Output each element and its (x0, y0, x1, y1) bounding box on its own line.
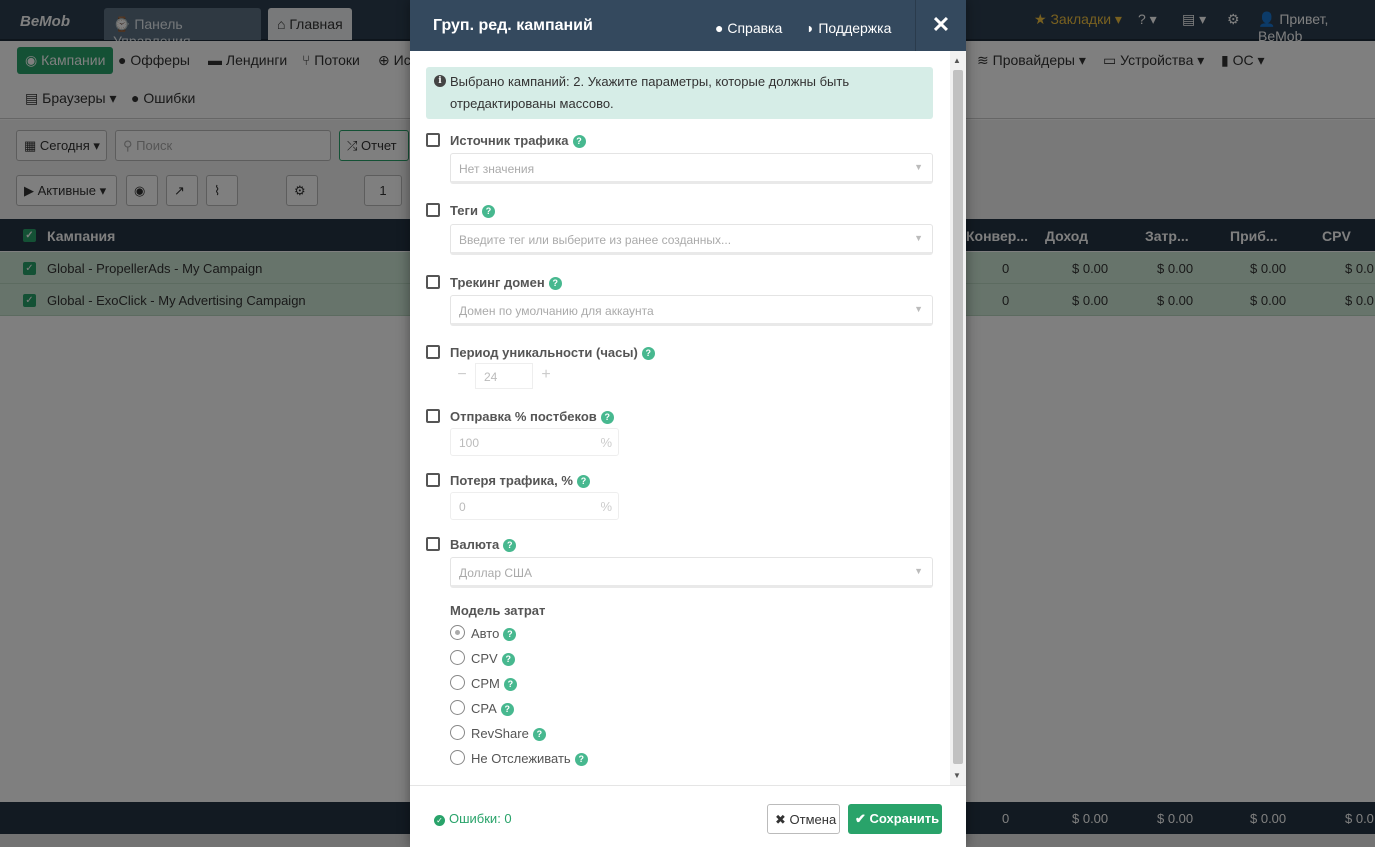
help-icon[interactable]: ? (532, 728, 546, 741)
chevron-down-icon: ▼ (914, 304, 923, 314)
chevron-down-icon: ▼ (914, 566, 923, 576)
cost-model-label: Модель затрат (450, 603, 546, 618)
chat-icon: ◗ (806, 20, 815, 36)
plus-icon[interactable]: + (534, 363, 558, 389)
cost-model-revshare-radio[interactable] (450, 725, 465, 740)
cost-model-notrack-radio[interactable] (450, 750, 465, 765)
uniqueness-label: Период уникальности (часы)? (450, 345, 655, 360)
scroll-up-icon[interactable]: ▲ (953, 56, 961, 65)
save-button[interactable]: ✔ Сохранить (848, 804, 942, 834)
postback-label: Отправка % постбеков? (450, 409, 614, 424)
help-icon[interactable]: ? (481, 205, 495, 218)
tracking-domain-select[interactable]: Домен по умолчанию для аккаунта ▼ (450, 295, 933, 326)
modal-scrollbar-thumb[interactable] (953, 70, 963, 764)
info-icon: i (434, 75, 446, 87)
traffic-loss-checkbox[interactable] (426, 473, 440, 487)
help-icon[interactable]: ? (503, 628, 517, 641)
scroll-down-icon[interactable]: ▼ (953, 771, 961, 780)
help-link[interactable]: ● Справка (715, 20, 782, 36)
cost-model-cpv-radio[interactable] (450, 650, 465, 665)
bulk-edit-modal: Груп. ред. кампаний ● Справка ◗ Поддержк… (410, 0, 966, 847)
support-link[interactable]: ◗ Поддержка (806, 20, 891, 36)
currency-select[interactable]: Доллар США ▼ (450, 557, 933, 588)
uniqueness-input[interactable]: 24 (475, 363, 533, 389)
modal-header: Груп. ред. кампаний ● Справка ◗ Поддержк… (410, 0, 966, 51)
help-icon[interactable]: ? (574, 753, 588, 766)
help-icon[interactable]: ? (500, 703, 514, 716)
modal-body[interactable]: i Выбрано кампаний: 2. Укажите параметры… (410, 51, 966, 785)
postback-checkbox[interactable] (426, 409, 440, 423)
help-icon[interactable]: ? (576, 475, 590, 488)
traffic-source-label: Источник трафика? (450, 133, 586, 148)
traffic-loss-input[interactable]: 0% (450, 492, 619, 520)
help-icon[interactable]: ? (572, 135, 586, 148)
chevron-down-icon: ▼ (914, 233, 923, 243)
tracking-domain-label: Трекинг домен? (450, 275, 562, 290)
check-circle-icon: ✓ (434, 815, 445, 826)
percent-icon: % (600, 435, 612, 450)
close-icon[interactable]: ✕ (915, 0, 966, 51)
cost-model-option: RevShare? (471, 726, 546, 741)
help-icon[interactable]: ? (501, 653, 515, 666)
check-icon: ✔ (855, 811, 866, 826)
help-icon[interactable]: ? (503, 678, 517, 691)
uniqueness-stepper: − 24 + (450, 363, 560, 389)
traffic-source-checkbox[interactable] (426, 133, 440, 147)
question-circle-icon: ● (715, 20, 724, 36)
cost-model-cpm-radio[interactable] (450, 675, 465, 690)
chevron-down-icon: ▼ (914, 162, 923, 172)
currency-checkbox[interactable] (426, 537, 440, 551)
errors-status: ✓ Ошибки: 0 (434, 811, 512, 826)
cost-model-option: CPA? (471, 701, 514, 716)
cost-model-option: CPV? (471, 651, 515, 666)
modal-title: Груп. ред. кампаний (433, 17, 593, 34)
cost-model-auto-radio[interactable] (450, 625, 465, 640)
cost-model-cpa-radio[interactable] (450, 700, 465, 715)
help-icon[interactable]: ? (503, 539, 517, 552)
modal-footer: ✓ Ошибки: 0 ✖ Отмена ✔ Сохранить (410, 785, 966, 847)
traffic-loss-label: Потеря трафика, %? (450, 473, 590, 488)
cost-model-option: Не Отслеживать? (471, 751, 588, 766)
uniqueness-checkbox[interactable] (426, 345, 440, 359)
traffic-source-select[interactable]: Нет значения ▼ (450, 153, 933, 184)
tags-input[interactable]: Введите тег или выберите из ранее создан… (450, 224, 933, 255)
tags-label: Теги? (450, 203, 495, 218)
tracking-domain-checkbox[interactable] (426, 275, 440, 289)
cancel-button[interactable]: ✖ Отмена (767, 804, 840, 834)
info-alert: i Выбрано кампаний: 2. Укажите параметры… (426, 67, 933, 119)
postback-input[interactable]: 100% (450, 428, 619, 456)
help-icon[interactable]: ? (548, 277, 562, 290)
help-icon[interactable]: ? (641, 347, 655, 360)
cost-model-option: Авто? (471, 626, 517, 641)
cost-model-option: CPM? (471, 676, 517, 691)
help-icon[interactable]: ? (600, 411, 614, 424)
percent-icon: % (600, 499, 612, 514)
minus-icon[interactable]: − (450, 363, 474, 389)
tags-checkbox[interactable] (426, 203, 440, 217)
close-icon: ✖ (775, 812, 786, 827)
currency-label: Валюта? (450, 537, 517, 552)
